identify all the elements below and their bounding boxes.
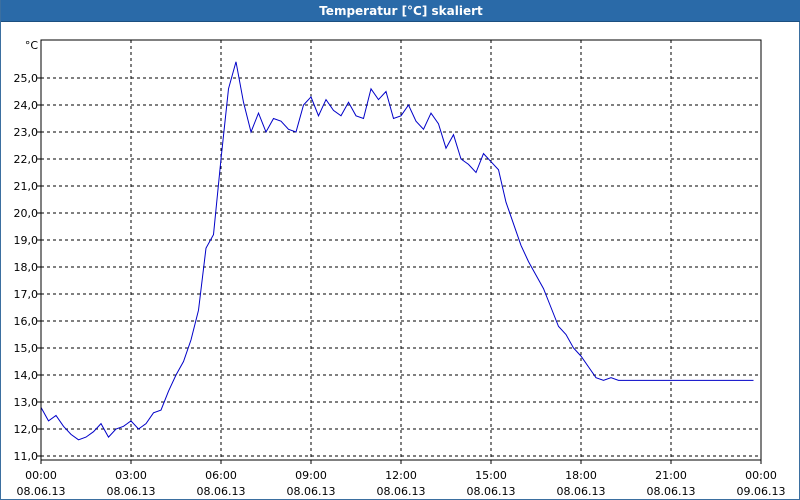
- x-tick-label-time: 18:00: [565, 469, 597, 482]
- x-tick-label-time: 03:00: [115, 469, 147, 482]
- x-tick-label-date: 08.06.13: [197, 485, 246, 498]
- y-tick-label: 22,0: [14, 153, 39, 166]
- x-tick-label-time: 12:00: [385, 469, 417, 482]
- y-tick-label: 18,0: [14, 261, 39, 274]
- x-tick-label-date: 08.06.13: [377, 485, 426, 498]
- x-tick-label-time: 00:00: [25, 469, 57, 482]
- y-tick-label: 16,0: [14, 315, 39, 328]
- y-tick-label: 11,0: [14, 450, 39, 463]
- x-tick-label-date: 08.06.13: [467, 485, 516, 498]
- x-tick-label-time: 09:00: [295, 469, 327, 482]
- x-tick-label-date: 08.06.13: [287, 485, 336, 498]
- y-tick-label: 25,0: [14, 72, 39, 85]
- y-tick-label: 13,0: [14, 396, 39, 409]
- x-tick-label-date: 08.06.13: [107, 485, 156, 498]
- x-tick-label-date: 09.06.13: [737, 485, 786, 498]
- y-axis-unit-label: °C: [25, 39, 39, 52]
- x-tick-label-time: 21:00: [655, 469, 687, 482]
- x-tick-label-date: 08.06.13: [17, 485, 66, 498]
- x-tick-label-time: 06:00: [205, 469, 237, 482]
- y-tick-label: 12,0: [14, 423, 39, 436]
- x-tick-label-date: 08.06.13: [557, 485, 606, 498]
- x-tick-label-time: 15:00: [475, 469, 507, 482]
- y-tick-label: 20,0: [14, 207, 39, 220]
- y-tick-label: 17,0: [14, 288, 39, 301]
- chart-window: Temperatur [°C] skaliert 00:00 08.06.13 03…: [0, 0, 800, 500]
- temperature-chart: 00:00 08.06.13 03:00 08.06.13 06:00 08.06.13 0…: [14, 39, 786, 498]
- y-tick-label: 14,0: [14, 369, 39, 382]
- y-tick-label: 19,0: [14, 234, 39, 247]
- x-tick-label-time: 00:00: [745, 469, 777, 482]
- y-tick-label: 21,0: [14, 180, 39, 193]
- y-tick-label: 23,0: [14, 126, 39, 139]
- x-tick-label-date: 08.06.13: [647, 485, 696, 498]
- y-tick-label: 15,0: [14, 342, 39, 355]
- y-tick-label: 24,0: [14, 99, 39, 112]
